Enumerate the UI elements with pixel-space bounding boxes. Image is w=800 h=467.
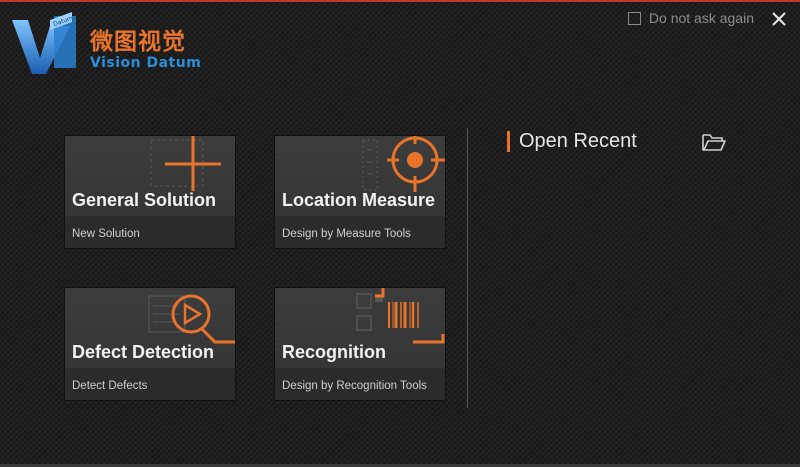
do-not-ask-again-label: Do not ask again (648, 10, 754, 26)
vertical-divider (467, 128, 468, 408)
checkbox-box[interactable] (627, 11, 641, 25)
folder-open-icon[interactable] (701, 131, 727, 153)
logo-mark-icon: Datum (12, 12, 76, 74)
tile-recognition[interactable]: Recognition Design by Recognition Tools (275, 288, 445, 400)
tile-subtitle: Design by Measure Tools (282, 228, 411, 240)
do-not-ask-again-checkbox[interactable]: Do not ask again (627, 10, 754, 26)
close-icon[interactable] (768, 8, 790, 30)
open-recent-header: Open Recent (507, 130, 637, 153)
tile-location-measure[interactable]: Location Measure Design by Measure Tools (275, 136, 445, 248)
top-accent-line (0, 0, 800, 2)
tile-title: Defect Detection (72, 342, 215, 362)
tile-subtitle: Detect Defects (72, 380, 148, 392)
logo-english-text: Vision Datum (90, 55, 202, 71)
tile-subtitle: Design by Recognition Tools (282, 380, 427, 392)
tile-title: Recognition (282, 342, 386, 362)
tile-defect-detection[interactable]: Defect Detection Detect Defects (65, 288, 235, 400)
tile-general-solution[interactable]: General Solution New Solution (65, 136, 235, 248)
recent-accent-bar (507, 131, 510, 152)
tile-title: Location Measure (282, 190, 436, 210)
app-logo: Datum 微图视觉 Vision Datum (10, 12, 210, 82)
tile-subtitle: New Solution (72, 228, 140, 240)
open-recent-label: Open Recent (519, 130, 637, 152)
logo-chinese-text: 微图视觉 (90, 29, 186, 55)
tile-title: General Solution (72, 190, 217, 210)
